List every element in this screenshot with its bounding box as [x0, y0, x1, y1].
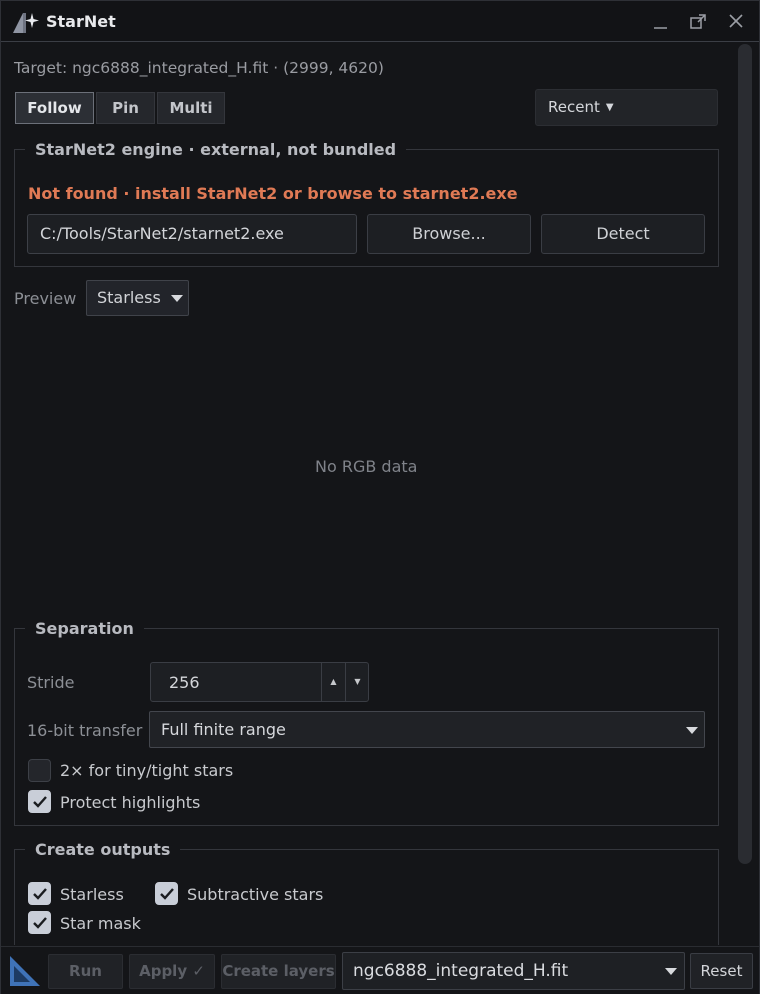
tiny-stars-checkbox[interactable] — [28, 759, 51, 782]
protect-highlights-label: Protect highlights — [60, 793, 201, 812]
subtractive-stars-label: Subtractive stars — [187, 885, 324, 904]
float-window-icon[interactable] — [685, 9, 711, 35]
transfer-selected: Full finite range — [161, 720, 286, 739]
close-icon[interactable] — [723, 9, 749, 35]
transfer-select[interactable]: Full finite range — [149, 711, 705, 748]
preview-label: Preview — [14, 289, 77, 308]
pin-mode-button[interactable]: Pin — [96, 92, 155, 124]
starnet-app-icon — [13, 13, 39, 33]
engine-group-title: StarNet2 engine · external, not bundled — [25, 140, 407, 159]
vertical-scrollbar[interactable] — [738, 44, 752, 864]
subtractive-stars-checkbox[interactable] — [155, 882, 178, 905]
checkmark-icon — [33, 917, 47, 929]
engine-path-input[interactable]: C:/Tools/StarNet2/starnet2.exe — [27, 214, 357, 254]
recent-label: Recent — [548, 98, 600, 116]
separation-group-title: Separation — [25, 619, 144, 638]
resize-grip-icon[interactable] — [8, 952, 42, 988]
minimize-icon[interactable] — [647, 9, 673, 35]
checkmark-icon — [160, 888, 174, 900]
preview-selected: Starless — [97, 288, 161, 307]
tiny-stars-label: 2× for tiny/tight stars — [60, 761, 234, 780]
apply-button[interactable]: Apply ✓ — [129, 954, 215, 989]
chevron-down-icon — [665, 968, 677, 975]
follow-mode-button[interactable]: Follow — [15, 92, 94, 124]
multi-mode-button[interactable]: Multi — [157, 92, 225, 124]
stride-label: Stride — [27, 673, 75, 692]
caret-down-icon: ▼ — [605, 102, 614, 113]
star-mask-checkbox[interactable] — [28, 911, 51, 934]
engine-status: Not found · install StarNet2 or browse t… — [28, 184, 518, 203]
reset-button[interactable]: Reset — [690, 953, 753, 989]
starless-label: Starless — [60, 885, 124, 904]
browse-button[interactable]: Browse... — [367, 214, 531, 254]
stride-spinbox[interactable]: 256 ▲ ▼ — [150, 662, 369, 702]
title-bar: StarNet — [1, 1, 759, 42]
starless-checkbox[interactable] — [28, 882, 51, 905]
target-file-select[interactable]: ngc6888_integrated_H.fit — [342, 952, 685, 990]
run-button[interactable]: Run — [48, 954, 123, 989]
stride-increment-icon[interactable]: ▲ — [321, 663, 345, 701]
chevron-down-icon — [171, 295, 183, 302]
create-layers-button[interactable]: Create layers — [221, 954, 336, 989]
chevron-down-icon — [686, 727, 698, 734]
target-info: Target: ngc6888_integrated_H.fit · (2999… — [14, 59, 384, 77]
outputs-group-title: Create outputs — [25, 840, 181, 859]
starnet-window: StarNet Target: ngc6888_integrated_H.fit… — [0, 0, 760, 994]
protect-highlights-checkbox[interactable] — [28, 790, 51, 813]
star-mask-label: Star mask — [60, 914, 141, 933]
checkmark-icon — [33, 888, 47, 900]
preview-empty-text: No RGB data — [315, 457, 418, 476]
window-title: StarNet — [46, 12, 116, 31]
checkmark-icon — [33, 796, 47, 808]
stride-decrement-icon[interactable]: ▼ — [345, 663, 369, 701]
detect-button[interactable]: Detect — [541, 214, 705, 254]
preview-select[interactable]: Starless — [86, 280, 189, 316]
target-file-selected: ngc6888_integrated_H.fit — [353, 961, 569, 981]
stride-value: 256 — [169, 673, 200, 692]
transfer-label: 16-bit transfer — [27, 721, 143, 740]
recent-dropdown[interactable]: Recent ▼ — [535, 89, 718, 126]
